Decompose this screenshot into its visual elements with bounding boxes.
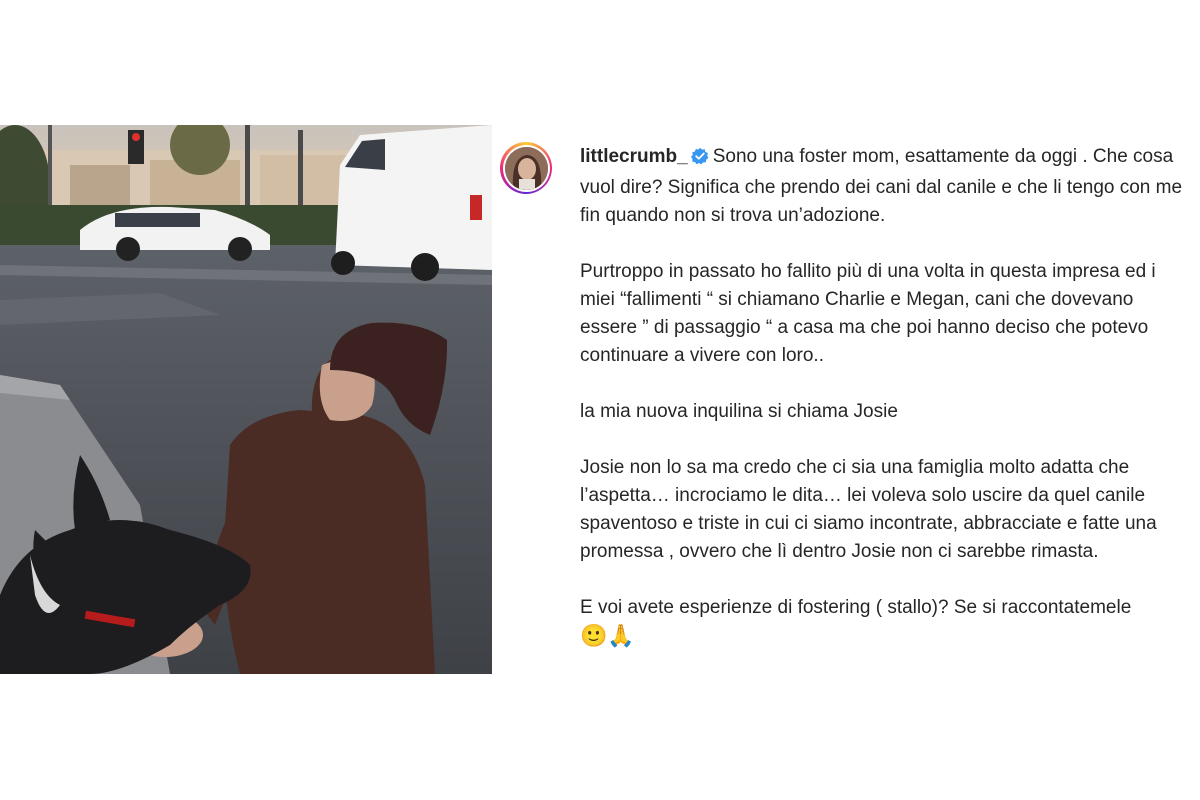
caption-panel: littlecrumb_ Sono una foster mom, esattam… (498, 125, 1198, 674)
avatar[interactable] (500, 142, 552, 194)
avatar-ring (502, 144, 550, 192)
avatar-photo (504, 146, 548, 190)
caption-paragraph-3: la mia nuova inquilina si chiama Josie (580, 401, 898, 422)
caption-paragraph-4: Josie non lo sa ma credo che ci sia una … (580, 457, 1157, 562)
photo-scene (0, 125, 492, 674)
emoji-line: 🙂🙏 (580, 623, 635, 648)
post-photo[interactable] (0, 125, 492, 674)
caption-paragraph-5: E voi avete esperienze di fostering ( st… (580, 597, 1132, 618)
caption-text: littlecrumb_ Sono una foster mom, esattam… (580, 143, 1195, 650)
instagram-post: littlecrumb_ Sono una foster mom, esattam… (0, 125, 1200, 675)
verified-badge-icon (690, 146, 709, 174)
caption-paragraph-2: Purtroppo in passato ho fallito più di u… (580, 261, 1156, 366)
avatar-image (504, 146, 548, 190)
username-link[interactable]: littlecrumb_ (580, 146, 688, 167)
caption-paragraph-1: littlecrumb_ Sono una foster mom, esattam… (580, 143, 1195, 230)
